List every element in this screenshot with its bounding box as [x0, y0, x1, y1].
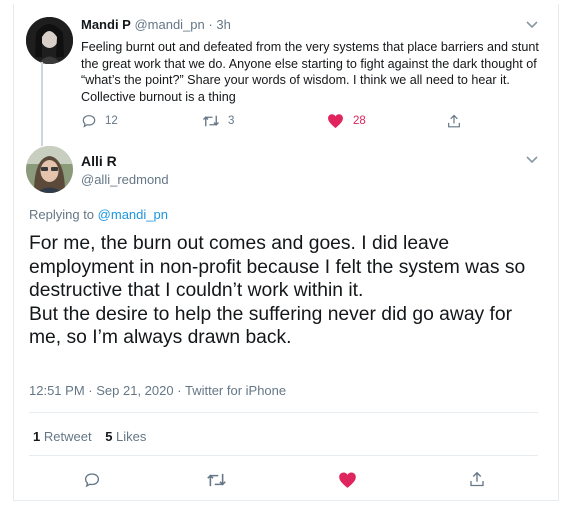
author-name[interactable]: Alli R — [81, 153, 117, 169]
tweet-metadata: 12:51 PM · Sep 21, 2020 · Twitter for iP… — [29, 383, 286, 398]
retweet-button[interactable] — [206, 471, 227, 489]
like-total: 5 — [105, 429, 113, 444]
divider — [29, 455, 538, 456]
replying-to: Replying to @mandi_pn — [29, 207, 168, 222]
reply-button[interactable] — [83, 471, 101, 489]
avatar[interactable] — [26, 17, 73, 64]
tweet-source[interactable]: Twitter for iPhone — [185, 383, 286, 398]
retweets-stat[interactable]: 1 Retweet — [33, 429, 92, 444]
share-icon — [470, 471, 484, 487]
engagement-stats: 1 Retweet 5 Likes — [33, 429, 146, 444]
retweet-total: 1 — [33, 429, 41, 444]
replying-to-handle-link[interactable]: @mandi_pn — [98, 207, 168, 222]
chevron-down-icon[interactable] — [525, 155, 539, 165]
separator: · — [88, 383, 93, 398]
author-handle[interactable]: @alli_redmond — [81, 172, 169, 187]
avatar-image — [26, 17, 73, 64]
likes-stat[interactable]: 5 Likes — [105, 429, 146, 444]
separator: · — [208, 17, 213, 32]
retweet-icon — [203, 115, 219, 127]
like-button[interactable]: 28 — [327, 113, 366, 129]
retweet-icon — [207, 473, 226, 487]
like-count: 28 — [353, 115, 366, 127]
like-icon — [328, 114, 343, 129]
reply-icon — [84, 473, 100, 488]
like-button[interactable] — [338, 471, 357, 489]
parent-author-name[interactable]: Mandi P — [81, 17, 131, 32]
chevron-down-icon[interactable] — [525, 20, 539, 30]
parent-author-handle[interactable]: @mandi_pn — [134, 17, 204, 32]
parent-timestamp[interactable]: 3h — [216, 17, 230, 32]
thread-line — [41, 62, 43, 146]
separator: · — [177, 383, 182, 398]
share-button[interactable] — [468, 470, 486, 489]
tweet-time[interactable]: 12:51 PM — [29, 383, 85, 398]
reply-button[interactable]: 12 — [81, 113, 118, 129]
retweet-label: Retweet — [43, 429, 92, 444]
divider — [29, 412, 538, 413]
replying-to-label: Replying to — [29, 207, 95, 222]
share-icon — [448, 114, 460, 128]
reply-icon — [82, 115, 96, 128]
tweet-date[interactable]: Sep 21, 2020 — [96, 383, 173, 398]
parent-tweet-text: Feeling burnt out and defeated from the … — [81, 40, 539, 104]
retweet-count: 3 — [228, 115, 235, 127]
avatar[interactable] — [26, 146, 73, 193]
avatar-image — [26, 146, 73, 193]
reply-count: 12 — [105, 115, 118, 127]
share-button[interactable] — [446, 113, 462, 130]
tweet-text: For me, the burn out comes and goes. I d… — [29, 233, 526, 349]
like-label: Likes — [116, 429, 147, 444]
retweet-button[interactable]: 3 — [202, 113, 234, 129]
parent-tweet-header: Mandi P @mandi_pn · 3h — [81, 17, 231, 32]
like-icon — [339, 472, 356, 488]
